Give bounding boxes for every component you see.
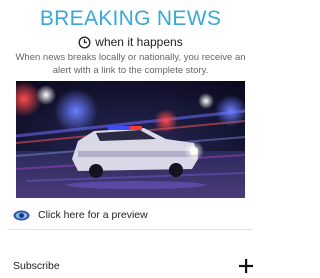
preview-link[interactable]: Click here for a preview	[13, 207, 148, 223]
eye-icon	[13, 210, 30, 221]
subtitle-row: when it happens	[0, 33, 261, 51]
card-description: When news breaks locally or nationally, …	[15, 52, 246, 76]
police-car-photo	[16, 81, 245, 198]
card-title: BREAKING NEWS	[39, 7, 222, 30]
subscribe-label: Subscribe	[13, 260, 60, 272]
breaking-news-card: BREAKING NEWS when it happens When news …	[0, 0, 261, 278]
subscribe-button[interactable]: Subscribe	[8, 257, 253, 275]
card-subtitle: when it happens	[95, 35, 183, 49]
divider	[8, 229, 253, 230]
plus-icon[interactable]	[239, 259, 253, 273]
clock-icon	[78, 36, 91, 49]
preview-label: Click here for a preview	[38, 209, 148, 221]
